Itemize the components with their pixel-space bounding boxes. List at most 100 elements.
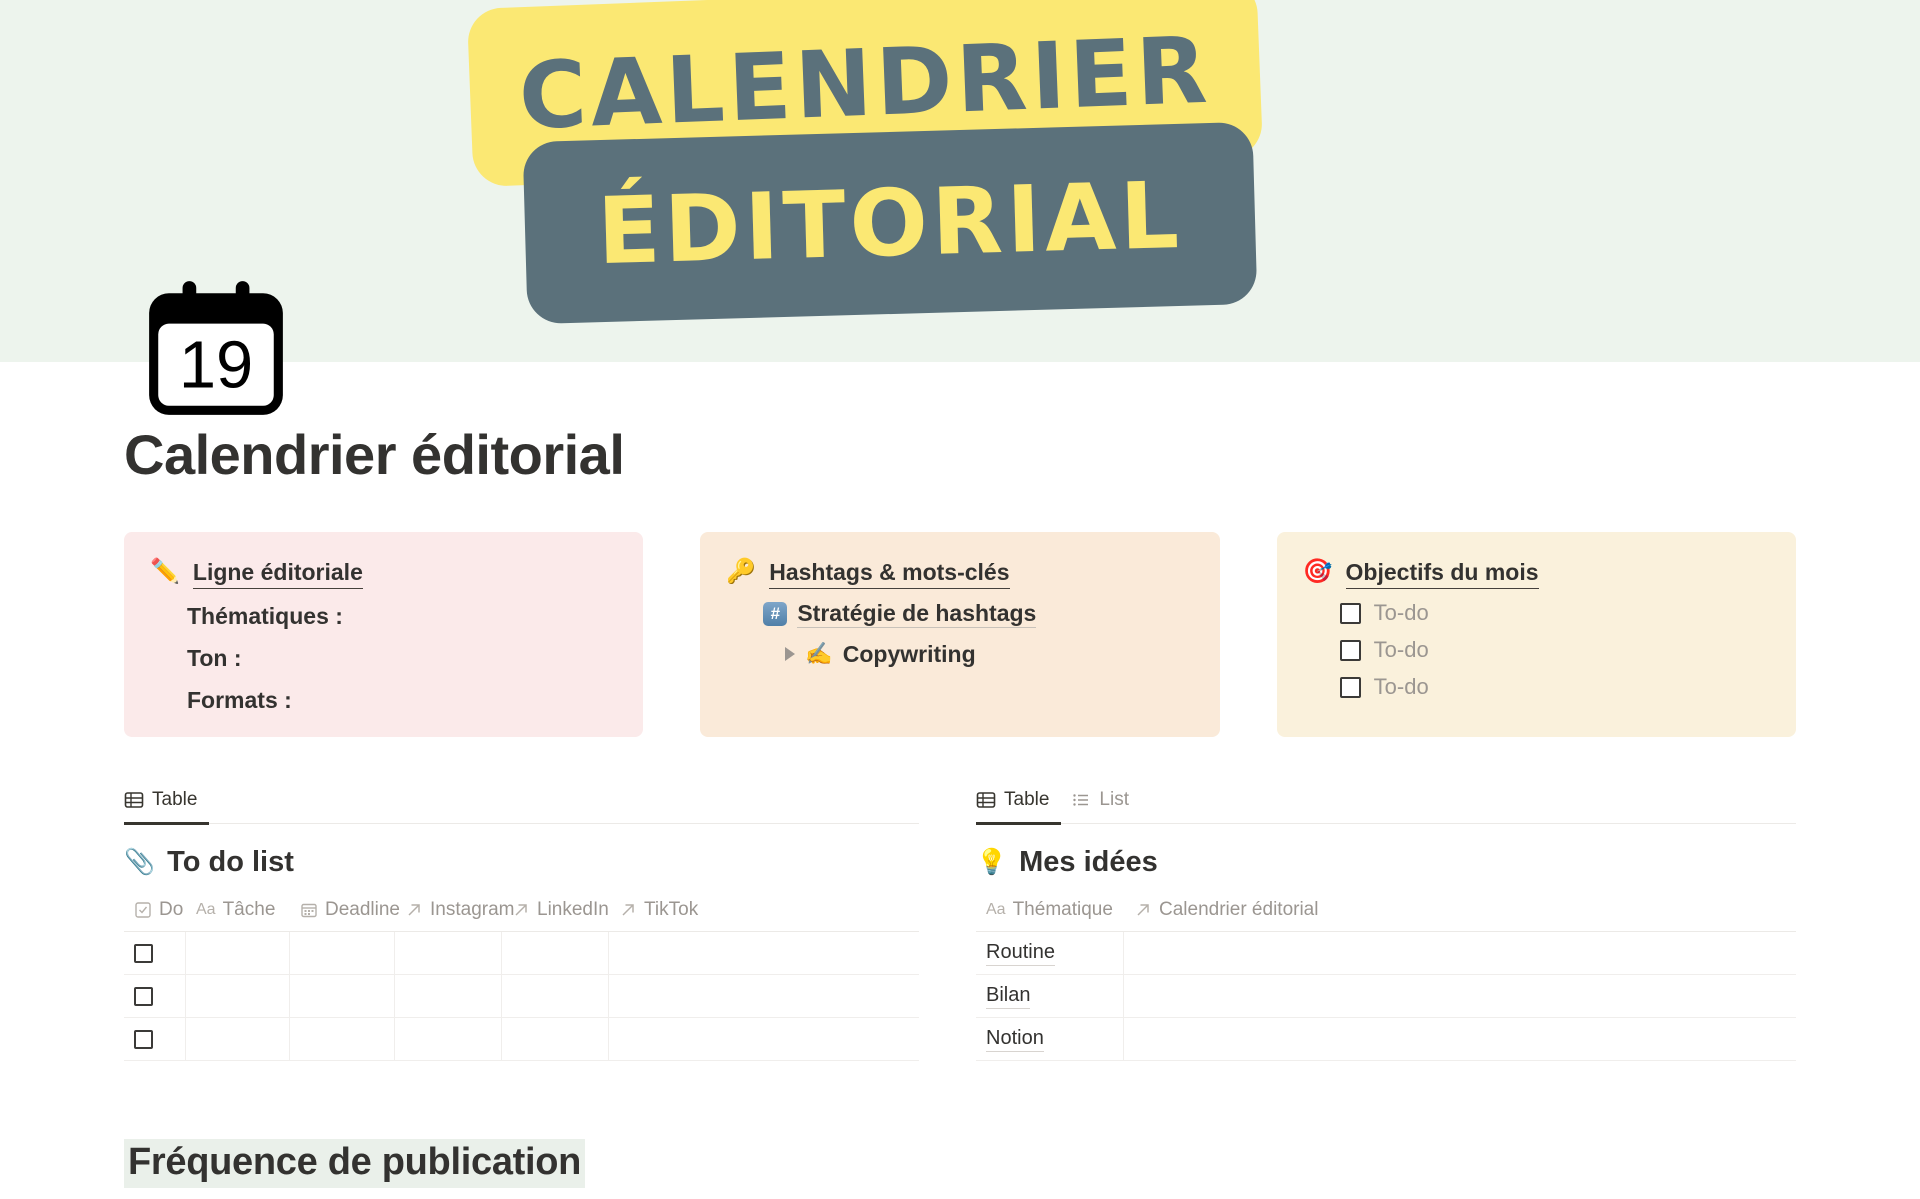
column-header-calendrier-editorial[interactable]: Calendrier éditorial [1124,895,1796,931]
cell-calendrier-editorial[interactable] [1124,1018,1796,1061]
table-icon [976,792,996,808]
checkbox-icon[interactable] [134,986,153,1006]
cell-tiktok[interactable] [609,975,799,1018]
row-title-link[interactable]: Notion [986,1026,1044,1052]
table-row[interactable] [124,974,919,1018]
column-header-tiktok[interactable]: TikTok [609,895,799,931]
callout-line-thematiques[interactable]: Thématiques : [187,601,617,631]
cell-tache[interactable] [186,1017,290,1061]
table-row[interactable] [124,931,919,975]
sub-page-link-label[interactable]: Stratégie de hashtags [797,599,1037,628]
cell-deadline[interactable] [290,974,395,1018]
todo-item[interactable]: To-do [1339,600,1770,626]
tab-list[interactable]: List [1071,789,1129,813]
callout-line-formats[interactable]: Formats : [187,685,617,715]
table-row[interactable]: Bilan [976,974,1796,1018]
cell-thematique[interactable]: Routine [976,931,1124,975]
callout-header: 🎯 Objectifs du mois [1303,557,1770,589]
calendar-19-icon[interactable]: 19 [137,272,295,424]
cell-tiktok[interactable] [609,1018,799,1061]
cell-linkedin[interactable] [502,931,609,975]
todo-item[interactable]: To-do [1339,637,1770,663]
tab-table[interactable]: Table [124,789,197,813]
column-label: Tâche [222,899,276,920]
cell-thematique[interactable]: Bilan [976,974,1124,1018]
database-title[interactable]: 💡 Mes idées [976,846,1796,879]
sub-page-link-strategie-hashtags[interactable]: # Stratégie de hashtags [763,599,1193,628]
table-row[interactable] [124,1017,919,1061]
page-title[interactable]: Calendrier éditorial [124,422,1796,487]
cell-tache[interactable] [186,974,290,1018]
tab-label: Table [152,789,198,810]
hashtag-keycap-icon: # [763,601,788,626]
column-label: Deadline [325,899,400,920]
column-header-linkedin[interactable]: LinkedIn [502,895,609,931]
row-title-link[interactable]: Routine [986,940,1055,966]
database-title[interactable]: 📎 To do list [124,846,919,879]
todo-label[interactable]: To-do [1374,600,1429,626]
cell-do[interactable] [124,1017,186,1061]
checkbox-icon[interactable] [1339,602,1361,624]
table-row[interactable]: Routine [976,931,1796,975]
checkbox-icon[interactable] [134,1029,153,1049]
paperclip-icon: 📎 [124,848,156,876]
chevron-right-icon[interactable] [785,647,796,661]
checkbox-icon[interactable] [1339,639,1361,661]
todo-label[interactable]: To-do [1374,674,1429,700]
table-header-row: Aa Thématique Calendrier éditorial [976,895,1796,932]
column-header-thematique[interactable]: Aa Thématique [976,895,1124,931]
cell-linkedin[interactable] [502,1017,609,1061]
database-to-do-list: Table 📎 To do list Do Aa Tâche Deadline … [124,789,919,1061]
cell-instagram[interactable] [395,931,502,975]
writing-hand-icon: ✍️ [805,641,833,666]
table-icon [124,792,144,808]
column-header-do[interactable]: Do [124,895,186,931]
checkbox-icon[interactable] [1339,676,1361,698]
cell-deadline[interactable] [290,1017,395,1061]
table-header-row: Do Aa Tâche Deadline Instagram LinkedIn … [124,895,919,932]
todo-label[interactable]: To-do [1374,637,1429,663]
light-bulb-icon: 💡 [976,848,1008,876]
cell-tache[interactable] [186,931,290,975]
tab-label: List [1099,789,1129,810]
callout-ligne-editoriale[interactable]: ✏️ Ligne éditoriale Thématiques : Ton : … [124,532,644,737]
section-heading-frequence-publication[interactable]: Fréquence de publication [124,1139,586,1188]
cover-logo-art: CALENDRIER ÉDITORIAL [466,0,1480,362]
checkbox-icon[interactable] [134,943,153,963]
cell-instagram[interactable] [395,974,502,1018]
column-header-tache[interactable]: Aa Tâche [186,895,290,931]
toggle-label[interactable]: Copywriting [843,640,976,668]
row-title-link[interactable]: Bilan [986,983,1031,1009]
callout-title[interactable]: Hashtags & mots-clés [769,557,1010,589]
callout-line-ton[interactable]: Ton : [187,643,617,673]
tab-table[interactable]: Table [976,789,1049,813]
column-header-deadline[interactable]: Deadline [290,895,400,931]
relation-arrow-icon [515,904,527,916]
table-body: Routine Bilan Notion [976,931,1796,1061]
cell-instagram[interactable] [395,1017,502,1061]
relation-arrow-icon [1137,904,1149,916]
callout-hashtags-mots-cles[interactable]: 🔑 Hashtags & mots-clés # Stratégie de ha… [700,532,1220,737]
cell-linkedin[interactable] [502,974,609,1018]
cell-calendrier-editorial[interactable] [1124,932,1796,975]
cell-tiktok[interactable] [609,932,799,975]
cell-calendrier-editorial[interactable] [1124,975,1796,1018]
callout-header: 🔑 Hashtags & mots-clés [726,557,1193,589]
callout-objectifs-du-mois[interactable]: 🎯 Objectifs du mois To-do To-do To-do [1276,532,1796,737]
column-header-instagram[interactable]: Instagram [395,895,514,931]
relation-arrow-icon [408,904,420,916]
column-label: Calendrier éditorial [1159,899,1319,920]
page-content: Calendrier éditorial ✏️ Ligne éditoriale… [0,422,1920,1188]
table-body [124,931,919,1061]
cell-do[interactable] [124,974,186,1018]
todo-item[interactable]: To-do [1339,674,1770,700]
toggle-copywriting[interactable]: ✍️ Copywriting [785,640,1193,668]
database-mes-idees: Table List 💡 Mes idées Aa Thématique Cal… [976,789,1796,1061]
callout-title[interactable]: Objectifs du mois [1345,557,1539,589]
cell-thematique[interactable]: Notion [976,1017,1124,1061]
cell-do[interactable] [124,931,186,975]
cell-deadline[interactable] [290,931,395,975]
table-row[interactable]: Notion [976,1017,1796,1061]
section-heading-wrapper: Fréquence de publication [124,1061,1796,1188]
callout-title[interactable]: Ligne éditoriale [192,557,363,589]
